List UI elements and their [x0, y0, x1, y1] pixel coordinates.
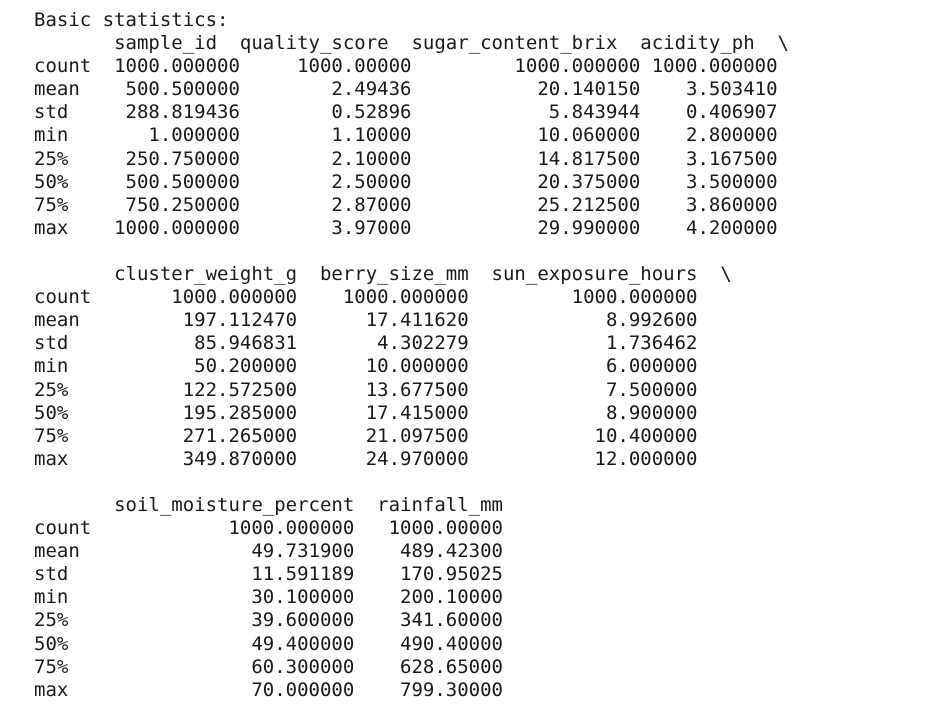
table-row: std 11.591189 170.95025	[34, 563, 503, 586]
table-row: 50% 195.285000 17.415000 8.900000	[34, 401, 698, 424]
table-row: min 30.100000 200.10000	[34, 586, 503, 609]
output-title: Basic statistics:	[34, 9, 229, 31]
table-row: std 85.946831 4.302279 1.736462	[34, 332, 698, 355]
table-header: soil_moisture_percent rainfall_mm	[34, 493, 503, 516]
table-row: max 70.000000 799.30000	[34, 678, 503, 701]
table-row: 25% 122.572500 13.677500 7.500000	[34, 378, 698, 401]
table-row: min 50.200000 10.000000 6.000000	[34, 355, 698, 378]
table-row: max 1000.000000 3.97000 29.990000 4.2000…	[34, 216, 778, 239]
table-row: 25% 250.750000 2.10000 14.817500 3.16750…	[34, 147, 778, 170]
table-row: min 1.000000 1.10000 10.060000 2.800000	[34, 124, 778, 147]
table-row: 50% 49.400000 490.40000	[34, 632, 503, 655]
table-row: count 1000.000000 1000.000000 1000.00000…	[34, 286, 698, 309]
table-row: mean 500.500000 2.49436 20.140150 3.5034…	[34, 78, 778, 101]
table-row: std 288.819436 0.52896 5.843944 0.406907	[34, 101, 778, 124]
table-header: cluster_weight_g berry_size_mm sun_expos…	[34, 263, 732, 286]
console-output: Basic statistics: sample_id quality_scor…	[34, 9, 789, 702]
table-row: count 1000.000000 1000.00000	[34, 517, 503, 540]
table-row: 75% 271.265000 21.097500 10.400000	[34, 424, 698, 447]
table-row: count 1000.000000 1000.00000 1000.000000…	[34, 55, 778, 78]
stats-block-1: sample_id quality_score sugar_content_br…	[34, 32, 789, 240]
table-header: sample_id quality_score sugar_content_br…	[34, 32, 789, 55]
table-row: mean 49.731900 489.42300	[34, 540, 503, 563]
table-row: 50% 500.500000 2.50000 20.375000 3.50000…	[34, 170, 778, 193]
stats-block-2: cluster_weight_g berry_size_mm sun_expos…	[34, 263, 789, 471]
table-row: 25% 39.600000 341.60000	[34, 609, 503, 632]
table-row: 75% 60.300000 628.65000	[34, 655, 503, 678]
table-row: 75% 750.250000 2.87000 25.212500 3.86000…	[34, 193, 778, 216]
stats-block-3: soil_moisture_percent rainfall_mm count …	[34, 494, 789, 702]
table-row: max 349.870000 24.970000 12.000000	[34, 447, 698, 470]
table-row: mean 197.112470 17.411620 8.992600	[34, 309, 698, 332]
